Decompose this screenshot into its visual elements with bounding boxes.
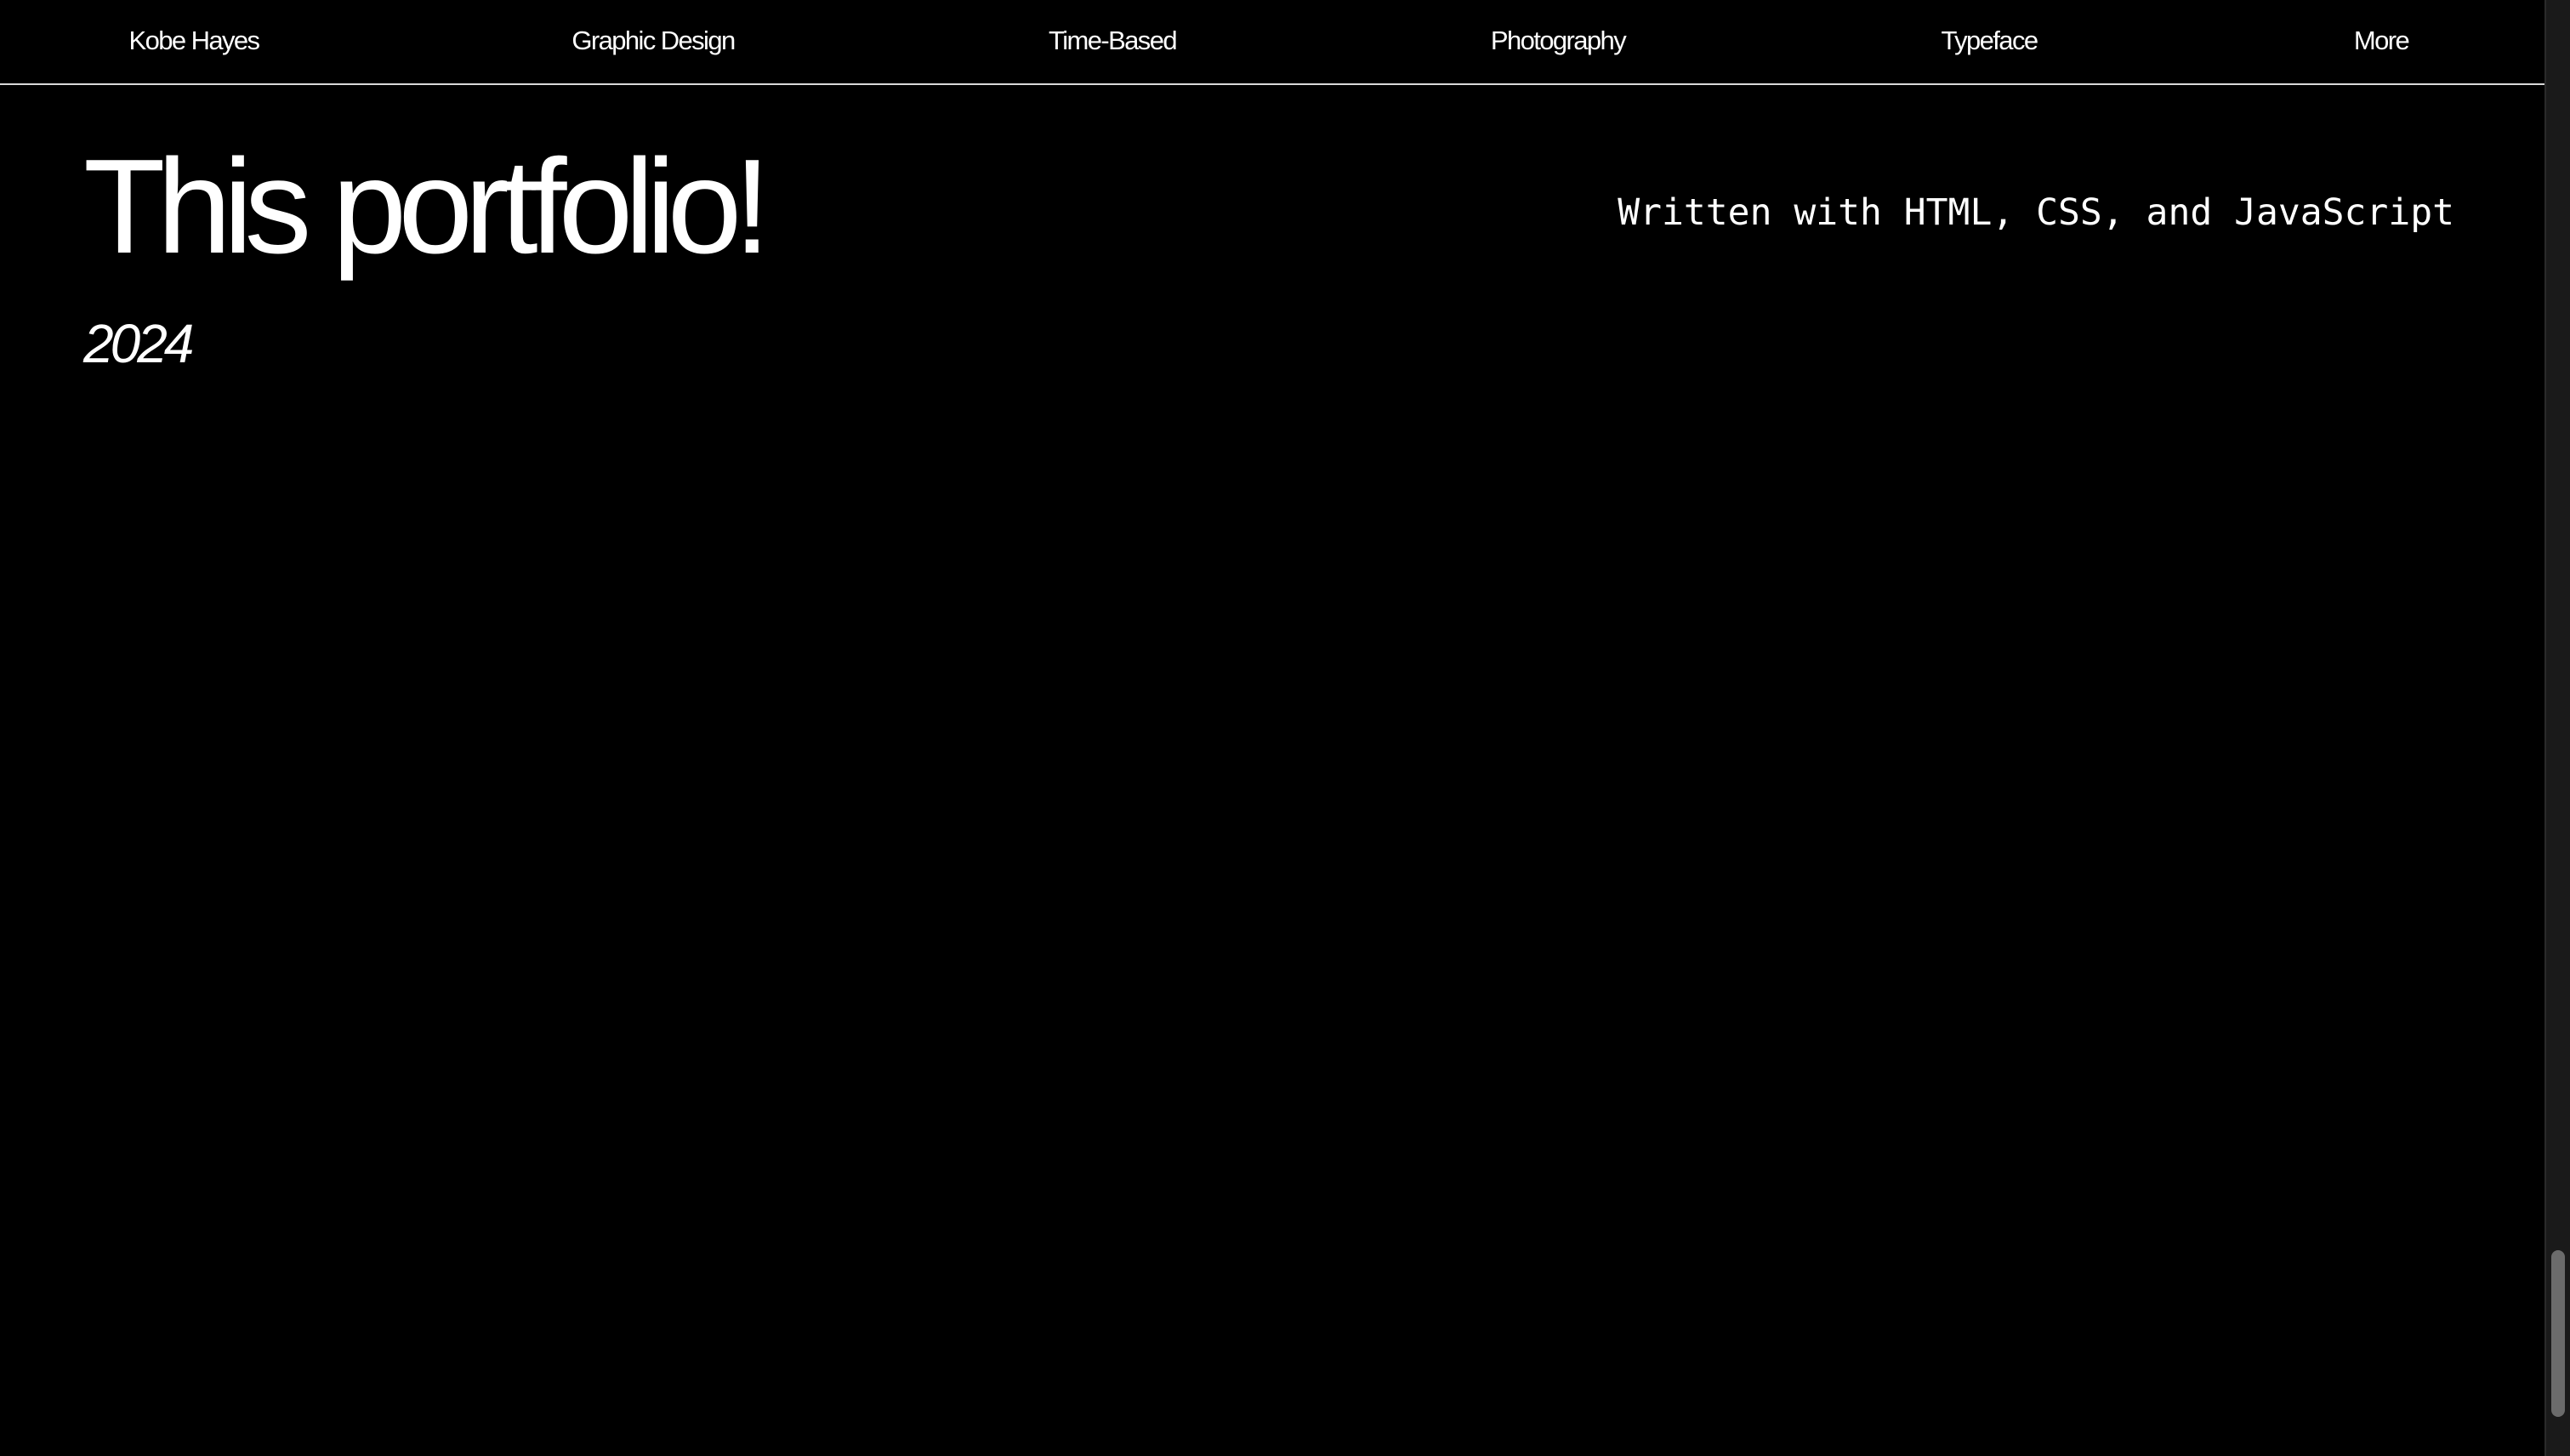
nav-item-typeface[interactable]: Typeface	[1941, 22, 2038, 60]
top-navigation: Kobe Hayes Graphic Design Time-Based Pho…	[0, 0, 2544, 85]
nav-home-link[interactable]: Kobe Hayes	[129, 22, 260, 60]
vertical-scrollbar[interactable]	[2544, 0, 2570, 1456]
nav-item-photography[interactable]: Photography	[1491, 22, 1627, 60]
project-tech-note: Written with HTML, CSS, and JavaScript	[1618, 191, 2454, 234]
nav-item-graphic-design[interactable]: Graphic Design	[571, 22, 736, 60]
nav-item-time-based[interactable]: Time-Based	[1049, 22, 1178, 60]
nav-item-more[interactable]: More	[2354, 22, 2410, 60]
project-title: This portfolio!	[83, 132, 770, 282]
scrollbar-thumb[interactable]	[2551, 1250, 2565, 1417]
project-year: 2024	[83, 313, 194, 374]
portfolio-page: Kobe Hayes Graphic Design Time-Based Pho…	[0, 0, 2570, 1456]
